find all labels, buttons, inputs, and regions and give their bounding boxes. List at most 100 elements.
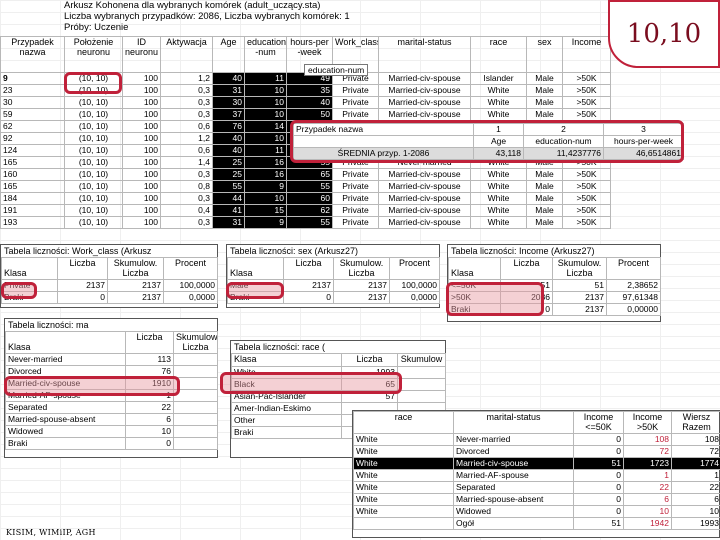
table-cell: 10 [244,84,287,97]
cross-table-panel: race marital-status Income <=50K Income >50… [352,410,720,538]
table-cell: (10, 10) [64,192,123,205]
table-row: 165 (10, 10) 100 0,8 55 9 55 Private Married-civ… [0,180,611,193]
table-row: White Married-spouse-absent 0 6 6 [353,493,720,506]
table-cell [173,401,218,414]
table-cell: 2137 [552,303,607,316]
column-header: sex [526,36,563,73]
column-header: Klasa [448,257,501,280]
freq-table-title: Tabela liczności: race ( [234,342,326,352]
table-cell: White [470,96,527,109]
table-cell [173,353,218,366]
table-cell: 100 [122,84,161,97]
table-cell: 10 [671,505,720,518]
table-row: White Widowed 0 10 10 [353,505,720,518]
table-cell: >50K [562,108,611,121]
table-cell: 0 [573,445,624,458]
table-cell: Married-civ-spouse [378,108,471,121]
table-cell: Male [526,192,563,205]
table-cell: 1774 [671,457,720,470]
table-cell: 193 [0,216,65,229]
table-cell: >50K [562,84,611,97]
table-cell: Married-spouse-absent [453,493,574,506]
table-cell: 100,0000 [163,279,218,292]
table-cell: 2137 [333,279,390,292]
table-cell: 35 [286,84,333,97]
table-cell: 40 [286,96,333,109]
table-cell: 6 [671,493,720,506]
table-cell: 0,6 [160,144,213,157]
table-cell: Widowed [5,425,126,438]
table-header-row: Klasa Liczba Skumulow. Liczba Procent [1,257,218,280]
table-cell: 2137 [552,291,607,304]
table-cell: 100 [122,132,161,145]
table-cell: 37 [212,108,245,121]
column-header: Income [562,36,611,73]
table-row: 191 (10, 10) 100 0,4 41 15 62 Private Married-ci… [0,204,611,217]
table-cell: Male [526,216,563,229]
column-header: marital-status [378,36,471,73]
column-header: Wiersz Razem [671,411,720,434]
column-header: race [470,36,527,73]
table-row: White Married-AF-spouse 0 1 1 [353,469,720,482]
table-cell: 51 [573,517,624,530]
table-cell: 100 [122,168,161,181]
table-cell: 165 [0,180,65,193]
table-cell: 10 [125,425,174,438]
table-cell: 2137 [333,291,390,304]
table-cell: 0 [573,481,624,494]
table-cell: 1942 [623,517,672,530]
table-cell: 55 [286,216,333,229]
table-cell [173,425,218,438]
table-cell: 1,2 [160,132,213,145]
table-cell: 62 [0,120,65,133]
table-cell: 15 [244,204,287,217]
freq-table-title: Tabela liczności: ma [8,320,89,330]
table-cell: White [470,180,527,193]
table-cell: >50K [562,204,611,217]
table-cell: 59 [0,108,65,121]
footer-label: KISIM, WIMiIP, AGH [6,528,96,537]
table-cell: White [470,192,527,205]
tooltip: education-num [304,64,369,76]
table-cell: 0,6 [160,120,213,133]
table-cell: 72 [623,445,672,458]
table-cell: 31 [212,216,245,229]
table-cell: Braki [5,437,126,450]
table-cell: 55 [212,180,245,193]
table-row: White Never-married 0 108 108 [353,433,720,446]
column-header: Liczba [283,257,334,280]
table-cell: 1,4 [160,156,213,169]
table-row: Widowed 10 [5,425,218,438]
table-cell: Married-civ-spouse [378,192,471,205]
table-cell: 2137 [57,279,108,292]
table-cell: 108 [623,433,672,446]
table-cell [397,365,446,379]
table-cell: Braki [231,425,342,439]
table-cell: 9 [0,72,65,85]
table-cell: >50K [562,192,611,205]
table-cell: 92 [0,132,65,145]
column-header: ID neuronu [122,36,161,73]
highlight-married-civ [4,376,180,396]
table-cell: 40 [212,72,245,85]
table-cell: Private [332,96,379,109]
table-cell: 30 [0,96,65,109]
table-cell: 0 [573,433,624,446]
table-row: Ogół 51 1942 1993 [353,517,720,530]
highlight-income [446,282,544,316]
table-cell: 1993 [671,517,720,530]
table-header-row: Klasa Liczba Skumulow. Liczba [5,331,218,354]
column-header: Skumulow. Liczba [333,257,390,280]
column-header: Procent [163,257,218,280]
table-cell: 0,00000 [606,303,661,316]
header-line-2: Liczba wybranych przypadków: 2086, Liczb… [64,11,350,22]
table-cell: >50K [562,216,611,229]
table-cell: 10 [244,108,287,121]
table-cell: 100 [122,204,161,217]
table-cell: Private [332,204,379,217]
table-cell: 0,3 [160,216,213,229]
table-cell: Ogół [453,517,574,530]
table-cell: White [353,469,454,482]
table-cell: 60 [286,192,333,205]
table-cell: (10, 10) [64,204,123,217]
